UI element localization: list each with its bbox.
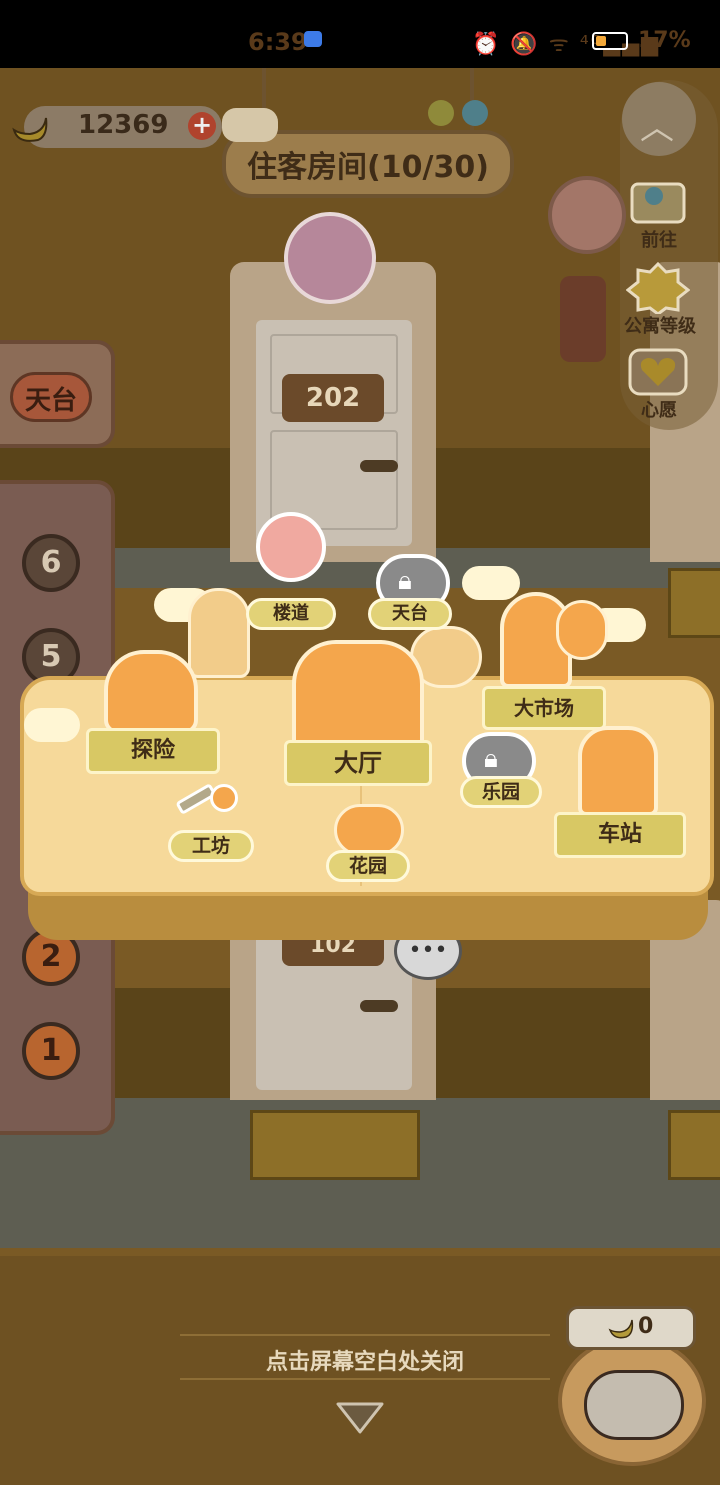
level-badge-icon bbox=[625, 261, 691, 316]
balloon-icon bbox=[556, 600, 608, 660]
goto-label: 前往 bbox=[641, 230, 677, 251]
room-title: 住客房间(10/30) bbox=[247, 150, 489, 185]
divider bbox=[180, 1378, 550, 1380]
banana-icon bbox=[608, 1319, 634, 1339]
garden-flower-icon[interactable] bbox=[334, 804, 404, 856]
doormat bbox=[668, 1110, 720, 1180]
wall-lamp-icon bbox=[560, 276, 606, 362]
battery-level-icon bbox=[596, 36, 606, 46]
cake-room-emblem-icon bbox=[284, 212, 376, 304]
status-icons: ⏰ 🔕 ᯤ ⁴ᴳ▂▄▆ bbox=[472, 32, 661, 57]
explore-node[interactable]: 探险 bbox=[86, 728, 220, 774]
heart-icon bbox=[628, 348, 688, 396]
close-hint: 点击屏幕空白处关闭 bbox=[265, 1350, 464, 1375]
explore-building-icon[interactable] bbox=[104, 650, 198, 734]
chevron-down-icon[interactable] bbox=[334, 1398, 386, 1438]
cloud-icon bbox=[24, 708, 80, 742]
battery-percent: 17% bbox=[638, 28, 691, 53]
chevron-up-icon: ︿ bbox=[640, 108, 674, 148]
garden-node[interactable]: 花园 bbox=[326, 850, 410, 882]
door-knob bbox=[360, 460, 398, 472]
stairway-node[interactable]: 楼道 bbox=[246, 598, 336, 630]
cow-pet-icon bbox=[584, 1370, 684, 1440]
doormat bbox=[250, 1110, 420, 1180]
workshop-node[interactable]: 工坊 bbox=[168, 830, 254, 862]
coin-value: 12369 bbox=[78, 110, 169, 140]
station-building-icon[interactable] bbox=[578, 726, 658, 816]
lock-icon: 🔒︎ bbox=[484, 744, 498, 774]
cloud-notification-icon bbox=[304, 31, 322, 47]
birds-decoration-icon bbox=[428, 96, 498, 130]
map-pin-icon bbox=[630, 182, 686, 224]
park-node[interactable]: 乐园 bbox=[460, 776, 542, 808]
floor-button-1[interactable]: 1 bbox=[22, 1022, 80, 1080]
lobby-building-icon[interactable] bbox=[292, 640, 424, 750]
door-number-sign: 202 bbox=[282, 374, 384, 422]
station-node[interactable]: 车站 bbox=[554, 812, 686, 858]
stairway-avatar-pin-icon[interactable] bbox=[256, 512, 326, 582]
door-knob bbox=[360, 1000, 398, 1012]
rooftop-floor-label: 天台 bbox=[24, 386, 77, 416]
wish-label: 心愿 bbox=[641, 400, 677, 421]
reward-count: 0 bbox=[638, 1314, 654, 1339]
character-avatar-button[interactable] bbox=[548, 176, 626, 254]
add-coins-button[interactable]: + bbox=[188, 112, 216, 140]
divider bbox=[180, 1334, 550, 1336]
cloud-icon bbox=[462, 566, 520, 600]
apartment-level-label: 公寓等级 bbox=[624, 316, 696, 337]
lobby-node[interactable]: 大厅 bbox=[284, 740, 432, 786]
banana-coin-icon bbox=[12, 117, 48, 142]
rooftop-node[interactable]: 天台 bbox=[368, 598, 452, 630]
workshop-tools-icon bbox=[170, 780, 246, 824]
floor-button-6[interactable]: 6 bbox=[22, 534, 80, 592]
cat-decoration-icon bbox=[222, 108, 278, 142]
status-time: 6:39 bbox=[248, 28, 308, 56]
tree-icon bbox=[188, 588, 250, 678]
lock-icon: 🔒︎ bbox=[398, 566, 412, 596]
market-node[interactable]: 大市场 bbox=[482, 686, 606, 730]
doormat bbox=[668, 568, 720, 638]
